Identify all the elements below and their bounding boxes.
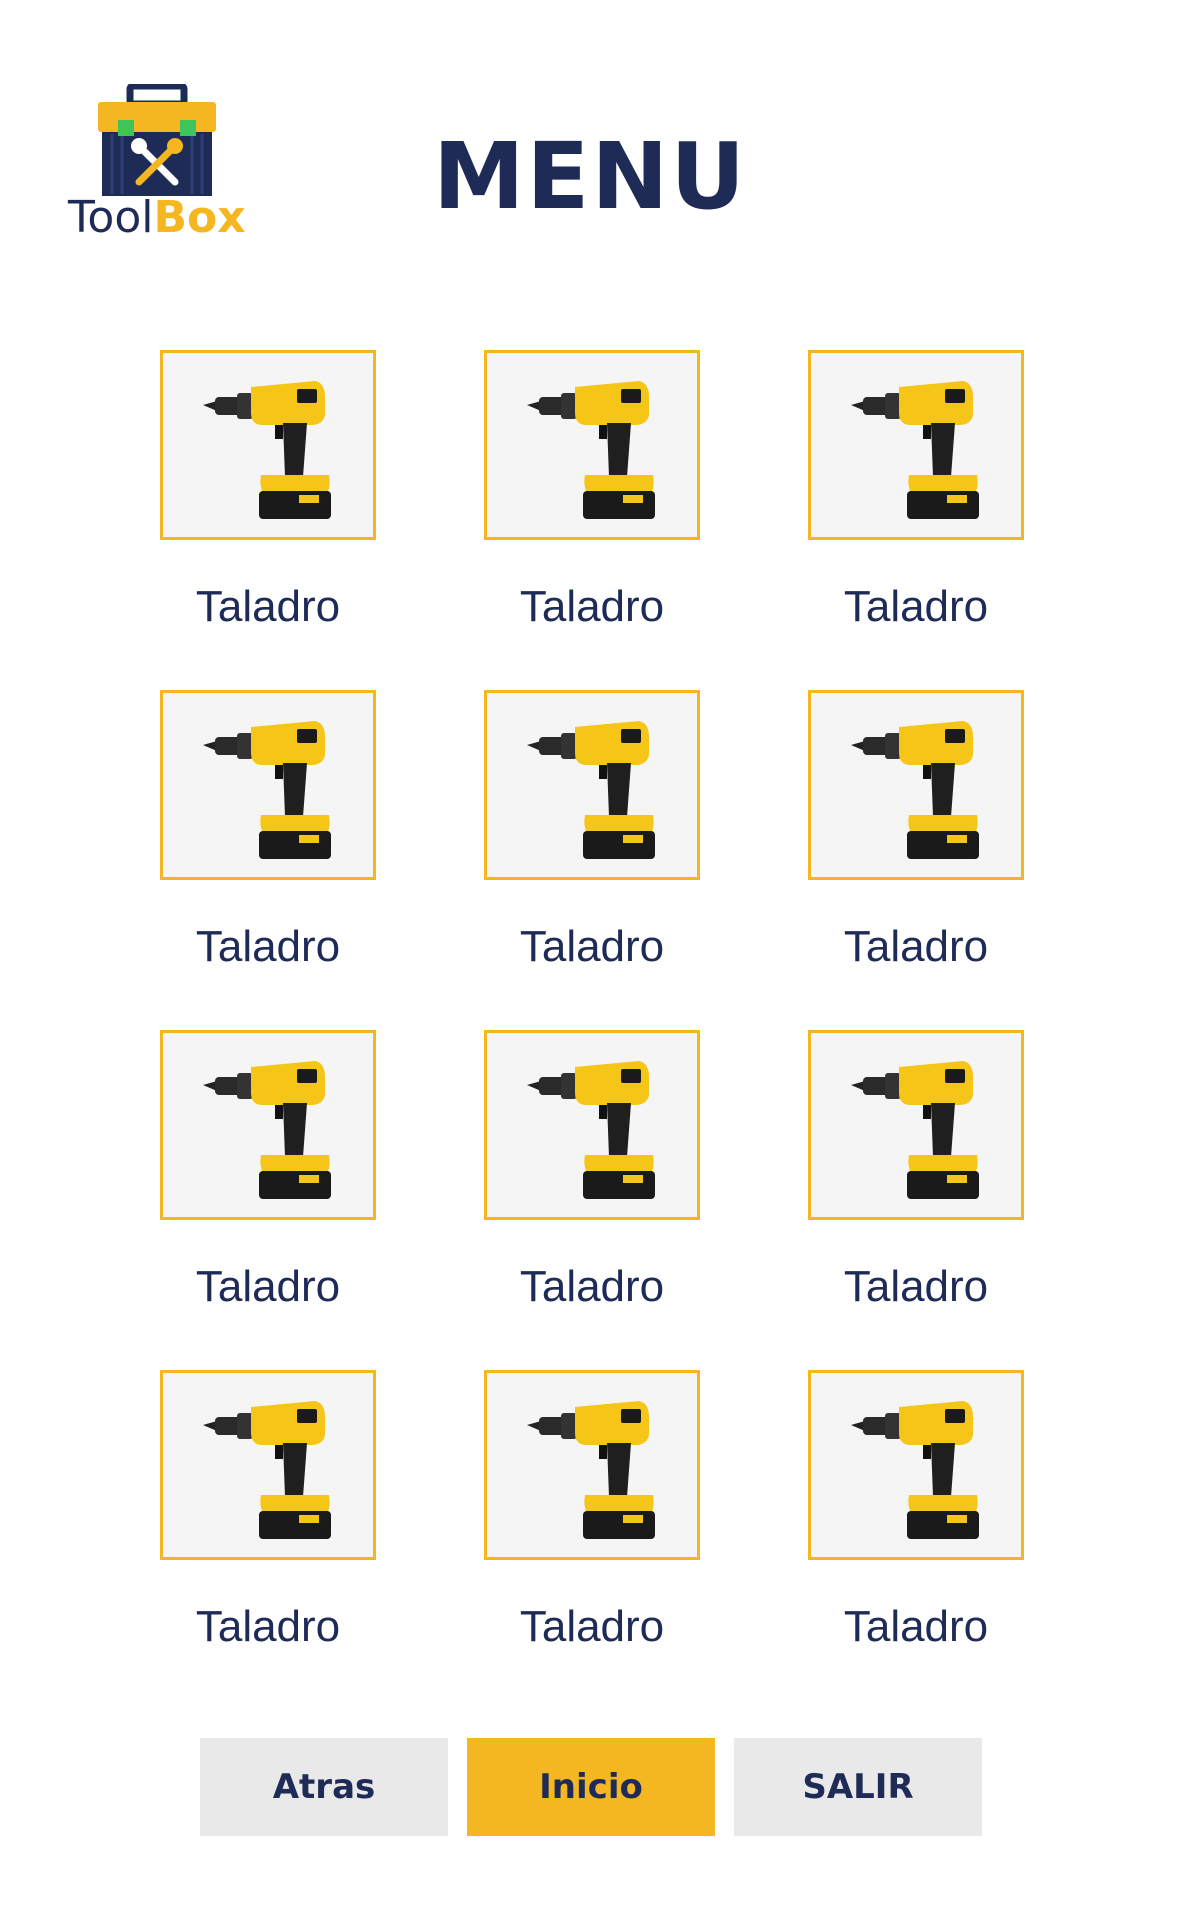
tool-label[interactable]: Taladro <box>130 1602 406 1652</box>
exit-button[interactable]: SALIR <box>734 1738 982 1836</box>
tool-label[interactable]: Taladro <box>130 1262 406 1312</box>
tool-label[interactable]: Taladro <box>454 1262 730 1312</box>
tool-image-button[interactable] <box>484 350 700 540</box>
tool-image-button[interactable] <box>484 1370 700 1560</box>
drill-icon <box>527 1061 655 1199</box>
tool-image-button[interactable] <box>808 1370 1024 1560</box>
footer-buttons: Atras Inicio SALIR <box>0 1738 1180 1836</box>
tool-label[interactable]: Taladro <box>130 582 406 632</box>
tool-label[interactable]: Taladro <box>778 582 1054 632</box>
drill-icon <box>203 721 331 859</box>
tool-label[interactable]: Taladro <box>130 922 406 972</box>
drill-icon <box>203 1401 331 1539</box>
back-button[interactable]: Atras <box>200 1738 448 1836</box>
tool-label[interactable]: Taladro <box>454 922 730 972</box>
tool-image-button[interactable] <box>808 1030 1024 1220</box>
home-button[interactable]: Inicio <box>467 1738 715 1836</box>
tool-image-button[interactable] <box>484 690 700 880</box>
tool-label[interactable]: Taladro <box>778 1262 1054 1312</box>
drill-icon <box>527 721 655 859</box>
tool-image-button[interactable] <box>160 1030 376 1220</box>
page-title: MENU <box>432 123 748 230</box>
drill-icon <box>851 381 979 519</box>
tool-image-button[interactable] <box>160 1370 376 1560</box>
tool-label[interactable]: Taladro <box>454 582 730 632</box>
drill-icon <box>851 1401 979 1539</box>
tool-image-button[interactable] <box>160 350 376 540</box>
tool-label[interactable]: Taladro <box>778 922 1054 972</box>
tool-label[interactable]: Taladro <box>454 1602 730 1652</box>
drill-icon <box>851 721 979 859</box>
drill-icon <box>203 381 331 519</box>
drill-icon <box>527 1401 655 1539</box>
tool-image-button[interactable] <box>160 690 376 880</box>
tool-image-button[interactable] <box>808 690 1024 880</box>
drill-icon <box>851 1061 979 1199</box>
tool-label[interactable]: Taladro <box>778 1602 1054 1652</box>
tool-image-button[interactable] <box>484 1030 700 1220</box>
tool-image-button[interactable] <box>808 350 1024 540</box>
drill-icon <box>527 381 655 519</box>
drill-icon <box>203 1061 331 1199</box>
